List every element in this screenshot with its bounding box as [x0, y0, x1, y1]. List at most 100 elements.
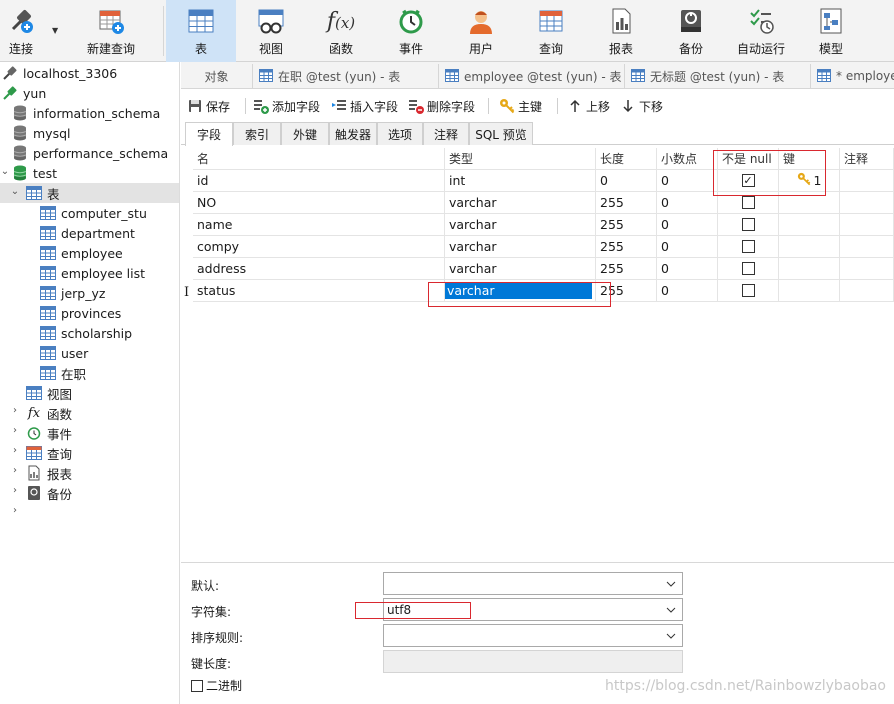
cell-not-null[interactable] [718, 258, 779, 280]
tree-connection-yun[interactable]: yun [2, 83, 46, 103]
cell-field-type[interactable]: varchar [445, 236, 596, 258]
not-null-checkbox[interactable] [741, 196, 755, 209]
table-button[interactable]: 表 [166, 0, 236, 62]
cell-field-length[interactable]: 0 [596, 170, 657, 192]
tab-comment[interactable]: 注释 [423, 122, 469, 145]
tree-db-performance-schema[interactable]: performance_schema [12, 143, 168, 163]
cell-field-length[interactable]: 255 [596, 192, 657, 214]
expand-chevron-icon[interactable]: › [10, 505, 20, 516]
cell-comment[interactable] [840, 214, 894, 236]
tree-table-item[interactable]: employee list [40, 263, 145, 283]
cell-field-type[interactable]: int [445, 170, 596, 192]
selected-type-text[interactable]: varchar [445, 282, 592, 299]
cell-field-type[interactable]: varchar [445, 214, 596, 236]
cell-field-type[interactable]: varchar [445, 192, 596, 214]
tree-db-mysql[interactable]: mysql [12, 123, 71, 143]
expand-chevron-icon[interactable]: ⌄ [0, 166, 10, 177]
new-query-button[interactable]: 新建查询 [68, 0, 154, 62]
cell-field-name[interactable]: name [193, 214, 445, 236]
tab-triggers[interactable]: 触发器 [329, 122, 377, 145]
tab-fields[interactable]: 字段 [185, 122, 233, 146]
cell-field-decimals[interactable]: 0 [657, 214, 718, 236]
cell-key[interactable] [779, 236, 840, 258]
connect-button[interactable]: 连接 [0, 0, 42, 62]
column-header-not-null[interactable]: 不是 null [718, 148, 779, 170]
model-button[interactable]: 模型 [796, 0, 866, 62]
cell-field-name[interactable]: id [193, 170, 445, 192]
tree-table-item[interactable]: provinces [40, 303, 121, 323]
cell-comment[interactable] [840, 170, 894, 192]
column-header-name[interactable]: 名 [193, 148, 445, 170]
tree-connection-localhost[interactable]: localhost_3306 [2, 63, 117, 83]
tree-tables-folder[interactable]: 表 [0, 183, 179, 203]
column-header-length[interactable]: 长度 [596, 148, 657, 170]
not-null-checkbox[interactable]: ✓ [741, 174, 755, 187]
cell-comment[interactable] [840, 280, 894, 302]
tree-table-item[interactable]: department [40, 223, 135, 243]
cell-field-type-editing[interactable]: varchar [445, 280, 596, 302]
not-null-checkbox[interactable] [741, 240, 755, 253]
delete-field-button[interactable]: 删除字段 [408, 96, 475, 116]
save-button[interactable]: 保存 [187, 96, 230, 116]
column-header-type[interactable]: 类型 [445, 148, 596, 170]
cell-key[interactable] [779, 192, 840, 214]
cell-not-null[interactable] [718, 192, 779, 214]
cell-key[interactable] [779, 280, 840, 302]
query-button[interactable]: 查询 [516, 0, 586, 62]
expand-chevron-icon[interactable]: › [10, 465, 20, 476]
default-select[interactable] [383, 572, 683, 595]
tab-objects[interactable]: 对象 [181, 64, 253, 88]
cell-field-length[interactable]: 255 [596, 280, 657, 302]
column-header-key[interactable]: 键 [779, 148, 840, 170]
tree-table-item[interactable]: user [40, 343, 88, 363]
cell-comment[interactable] [840, 236, 894, 258]
column-header-comment[interactable]: 注释 [840, 148, 894, 170]
move-up-button[interactable]: 上移 [567, 96, 610, 116]
tree-views-folder[interactable]: 视图 [26, 383, 72, 403]
cell-not-null[interactable] [718, 214, 779, 236]
not-null-checkbox[interactable] [741, 262, 755, 275]
cell-field-decimals[interactable]: 0 [657, 236, 718, 258]
collation-select[interactable] [383, 624, 683, 647]
tree-db-test[interactable]: test [12, 163, 57, 183]
tab-employee-design[interactable]: * employe [811, 64, 894, 88]
cell-key[interactable] [779, 214, 840, 236]
charset-select[interactable]: utf8 [383, 598, 683, 621]
cell-key[interactable] [779, 258, 840, 280]
cell-field-length[interactable]: 255 [596, 236, 657, 258]
tree-reports-folder[interactable]: 报表 [26, 463, 72, 483]
tab-untitled-table[interactable]: 无标题 @test (yun) - 表 [625, 64, 811, 88]
expand-chevron-icon[interactable]: › [10, 485, 20, 496]
cell-not-null[interactable]: ✓ [718, 170, 779, 192]
connect-dropdown-caret-icon[interactable]: ▼ [52, 26, 58, 35]
binary-checkbox-row[interactable]: 二进制 [191, 677, 242, 694]
cell-field-decimals[interactable]: 0 [657, 280, 718, 302]
autorun-button[interactable]: 自动运行 [726, 0, 796, 62]
cell-comment[interactable] [840, 192, 894, 214]
expand-chevron-icon[interactable]: › [10, 445, 20, 456]
not-null-checkbox[interactable] [741, 284, 755, 297]
binary-checkbox[interactable] [191, 679, 203, 692]
tree-table-item[interactable]: 在职 [40, 363, 86, 383]
cell-field-decimals[interactable]: 0 [657, 192, 718, 214]
backup-button[interactable]: 备份 [656, 0, 726, 62]
cell-field-name[interactable]: compy [193, 236, 445, 258]
primary-key-button[interactable]: 主键 [499, 96, 542, 116]
user-button[interactable]: 用户 [446, 0, 516, 62]
cell-field-decimals[interactable]: 0 [657, 170, 718, 192]
report-button[interactable]: 报表 [586, 0, 656, 62]
view-button[interactable]: 视图 [236, 0, 306, 62]
function-button[interactable]: f(x) 函数 [306, 0, 376, 62]
cell-field-length[interactable]: 255 [596, 214, 657, 236]
add-field-button[interactable]: 添加字段 [253, 96, 320, 116]
tree-db-information-schema[interactable]: information_schema [12, 103, 160, 123]
tab-zaizhi-table[interactable]: 在职 @test (yun) - 表 [253, 64, 439, 88]
tab-indexes[interactable]: 索引 [233, 122, 281, 145]
tree-functions-folder[interactable]: fx 函数 [26, 403, 72, 423]
insert-field-button[interactable]: 插入字段 [331, 96, 398, 116]
tree-backups-folder[interactable]: 备份 [26, 483, 72, 503]
tree-events-folder[interactable]: 事件 [26, 423, 72, 443]
not-null-checkbox[interactable] [741, 218, 755, 231]
expand-chevron-icon[interactable]: › [10, 405, 20, 416]
cell-comment[interactable] [840, 258, 894, 280]
